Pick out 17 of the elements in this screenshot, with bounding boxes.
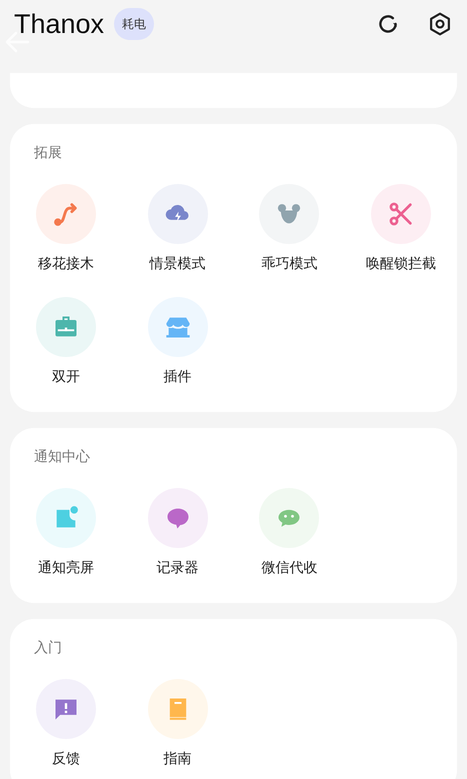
feature-label: 乖巧模式 (261, 256, 318, 272)
feature-label: 记录器 (156, 560, 199, 576)
feature-label: 唤醒锁拦截 (366, 256, 436, 272)
feature-label: 插件 (164, 369, 192, 385)
feature-label: 指南 (164, 751, 192, 767)
section-title: 拓展 (33, 144, 63, 162)
status-badge: 耗电 (114, 8, 154, 40)
feature-label: 移花接木 (38, 256, 94, 272)
feature-label: 双开 (52, 369, 80, 385)
feature-label: 通知亮屏 (38, 560, 94, 576)
app-title: Thanox (14, 8, 104, 40)
feature-label: 情景模式 (150, 256, 206, 272)
section-title: 入门 (33, 639, 63, 657)
section-title: 通知中心 (33, 448, 91, 466)
feature-label: 反馈 (52, 751, 80, 767)
feature-label: 微信代收 (261, 560, 318, 576)
settings-icon[interactable] (427, 11, 453, 37)
